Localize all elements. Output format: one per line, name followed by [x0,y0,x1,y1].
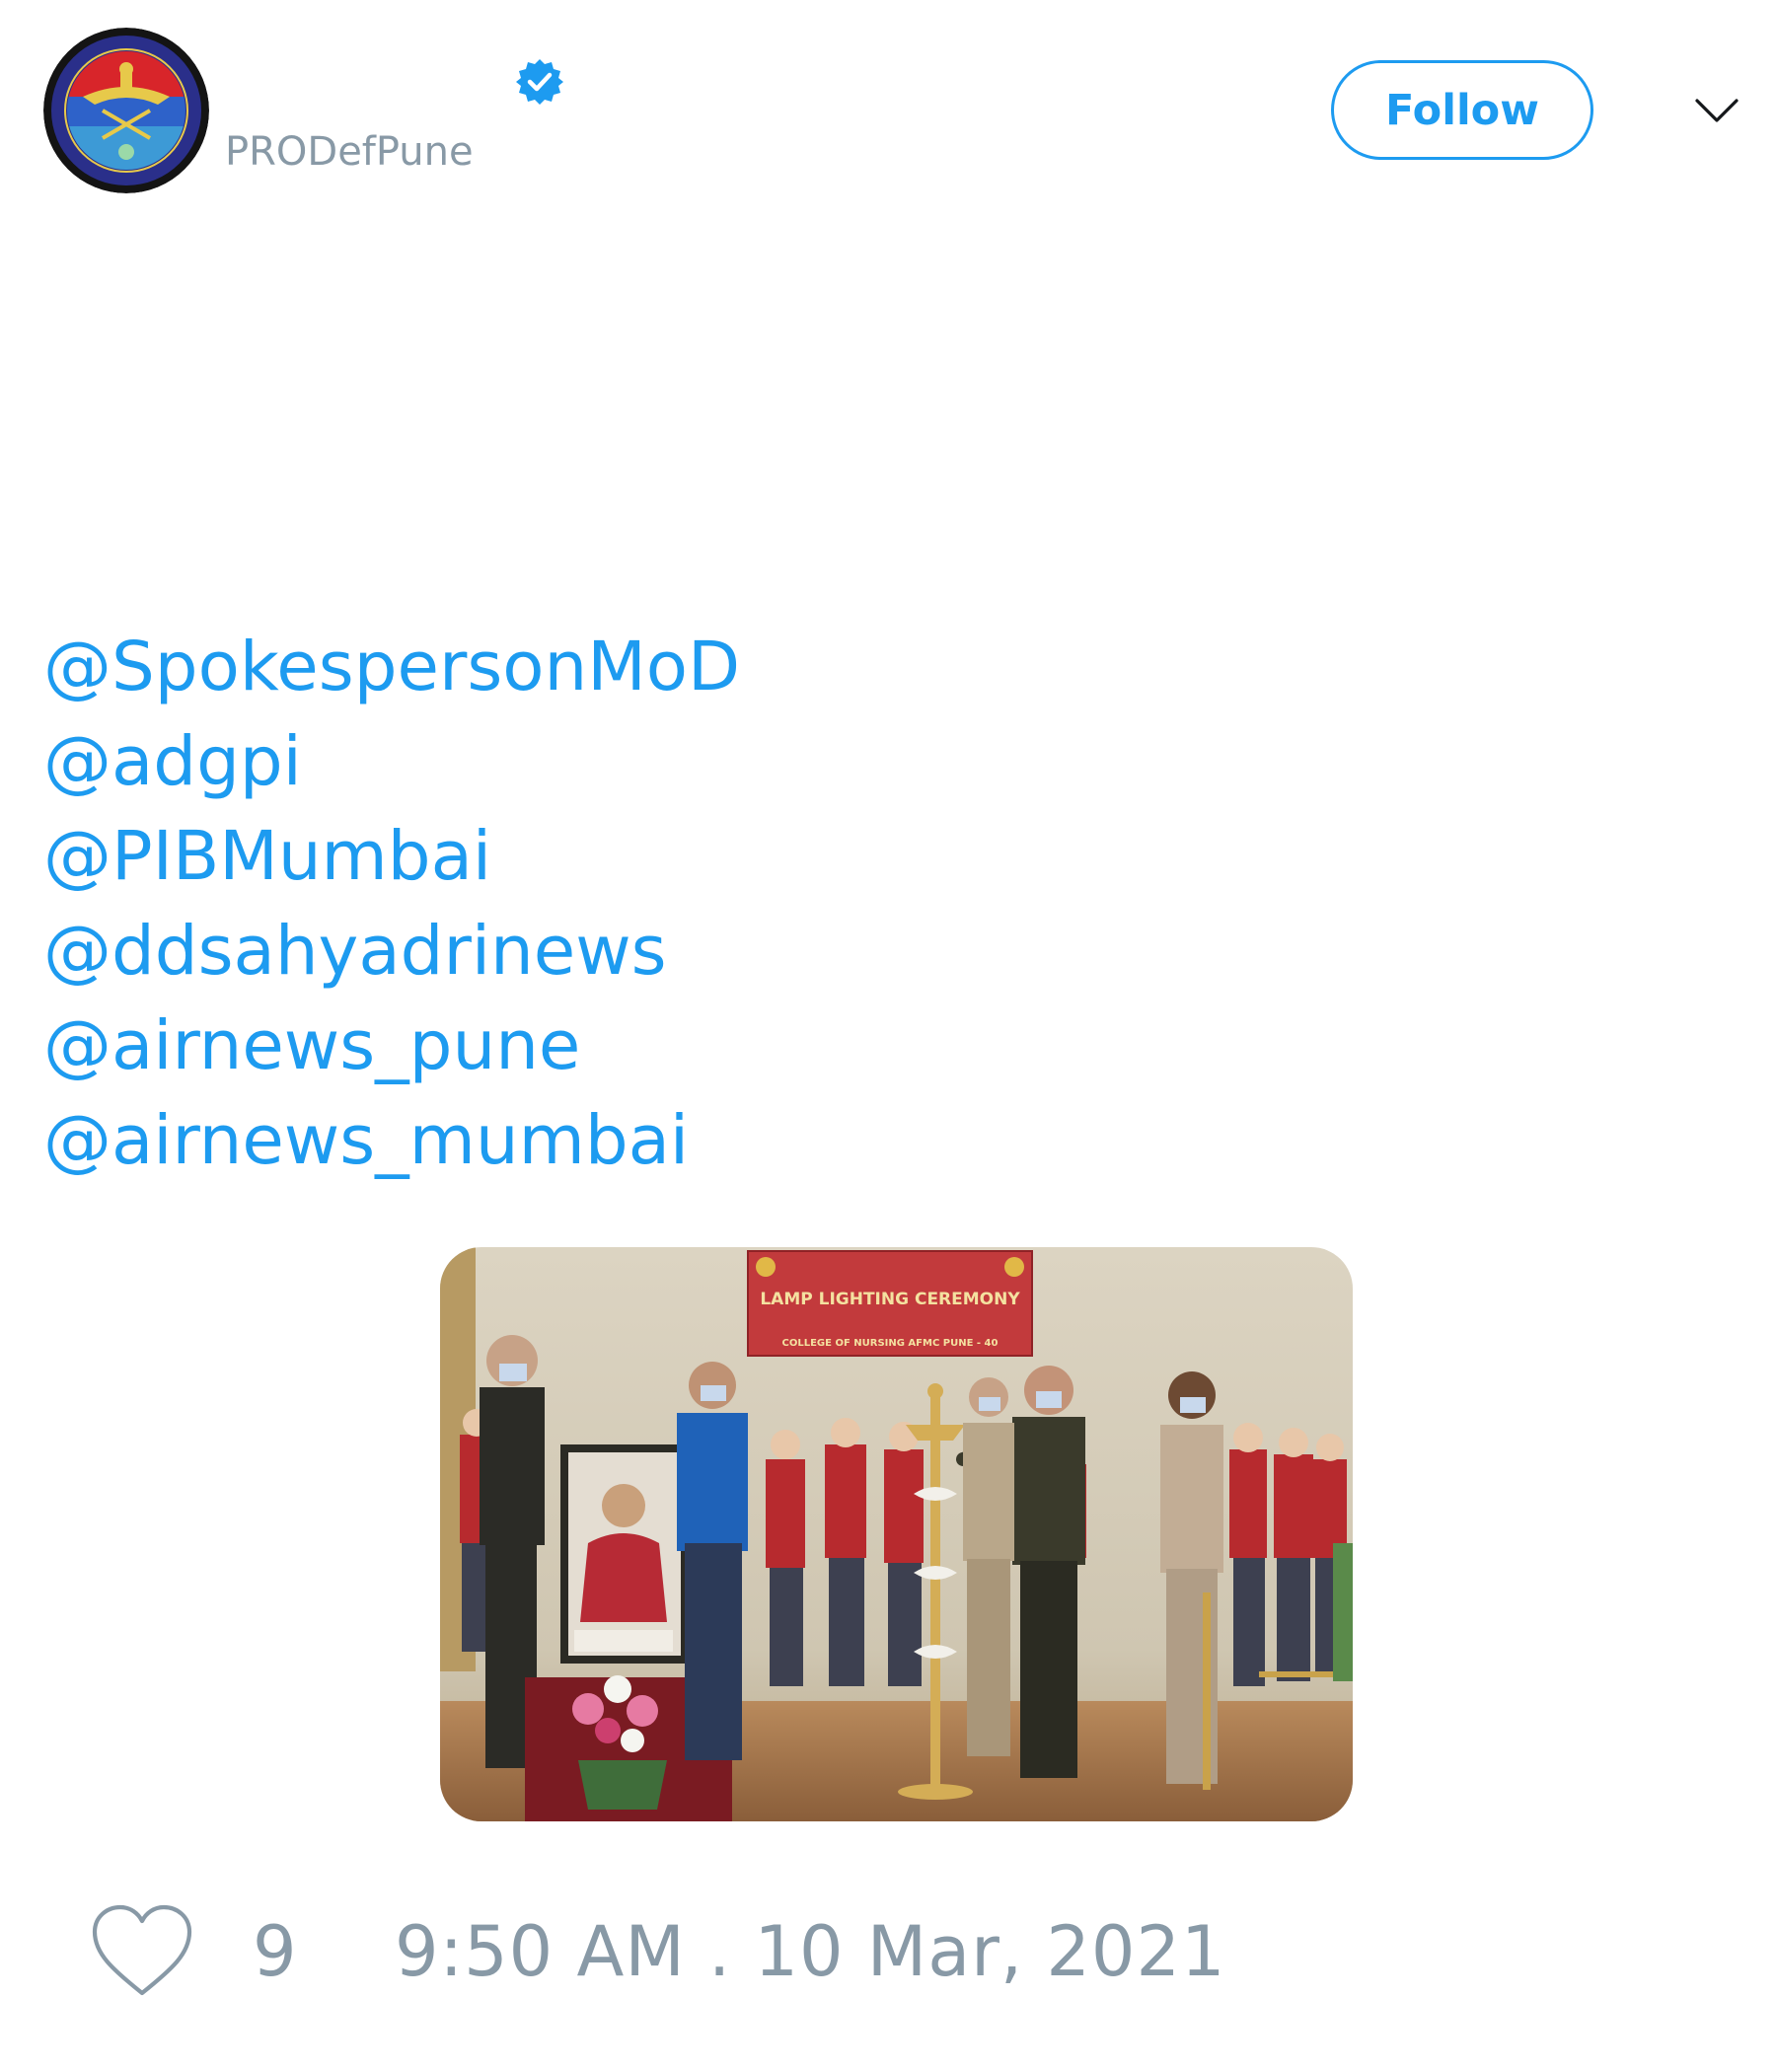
mention-link-airnews-pune[interactable]: @airnews_pune [43,1006,580,1085]
mention-item: @SpokespersonMoD [43,620,740,714]
ceremony-photo: LAMP LIGHTING CEREMONY COLLEGE OF NURSIN… [440,1247,1353,1821]
mention-item: @PIBMumbai [43,809,740,904]
mention-link-adgpi[interactable]: @adgpi [43,722,302,801]
defence-emblem-avatar-icon [43,28,209,193]
officer-airforce [677,1362,748,1760]
account-handle[interactable]: PRODefPune [225,126,474,178]
mention-item: @airnews_mumbai [43,1093,740,1188]
mention-link-ddsahyadrinews[interactable]: @ddsahyadrinews [43,912,667,991]
portrait-frame [560,1444,689,1664]
mention-item: @ddsahyadrinews [43,904,740,999]
mention-item: @adgpi [43,714,740,809]
nursing-officer-center [963,1377,1014,1756]
mention-link-airnews-mumbai[interactable]: @airnews_mumbai [43,1101,689,1180]
like-count: 9 [253,1911,297,1992]
tweet-mentions-list: @SpokespersonMoD @adgpi @PIBMumbai @ddsa… [43,620,740,1188]
profile-avatar[interactable] [43,28,209,193]
banner-subtitle: COLLEGE OF NURSING AFMC PUNE - 40 [782,1338,999,1349]
mention-item: @airnews_pune [43,999,740,1093]
heart-icon[interactable] [89,1902,195,2001]
verified-badge-icon [516,59,563,105]
nursing-officer-right [1160,1371,1223,1784]
follow-button[interactable]: Follow [1331,60,1593,160]
tweet-timestamp[interactable]: 9:50 AM . 10 Mar, 2021 [395,1906,1226,1997]
tweet-media-photo[interactable]: LAMP LIGHTING CEREMONY COLLEGE OF NURSIN… [440,1247,1353,1821]
mention-link-pibmumbai[interactable]: @PIBMumbai [43,817,491,896]
banner-title: LAMP LIGHTING CEREMONY [760,1290,1020,1309]
mention-link-spokespersonmod[interactable]: @SpokespersonMoD [43,628,740,706]
chevron-down-icon[interactable] [1693,87,1740,134]
